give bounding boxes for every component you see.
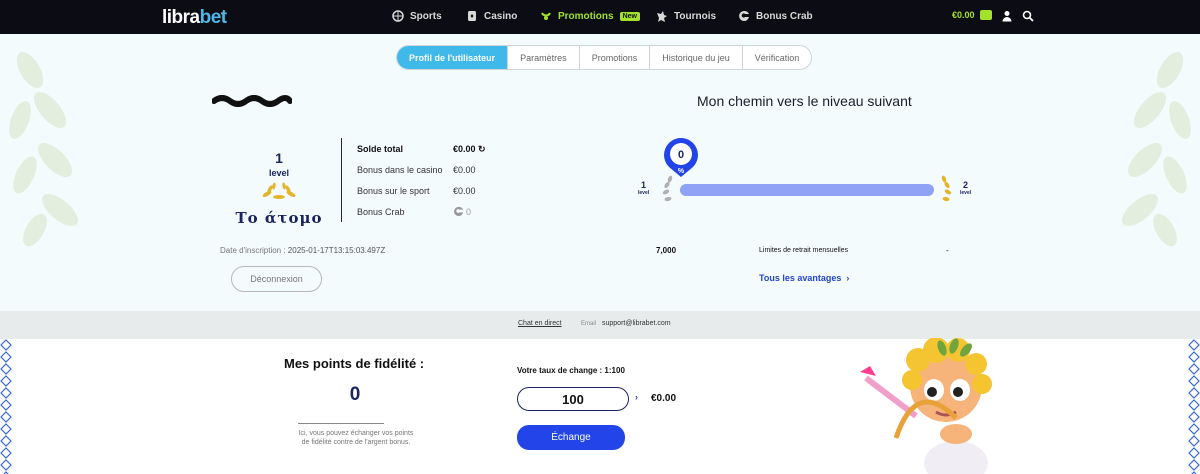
tab-user-profile[interactable]: Profil de l'utilisateur xyxy=(397,46,509,69)
laurel-decoration-right xyxy=(1121,51,1191,247)
next-level-word: level xyxy=(960,190,972,196)
exchange-rate-label: Votre taux de change : 1:100 xyxy=(517,366,625,375)
support-strip xyxy=(0,311,1200,339)
crab-bonus-value: 0 xyxy=(453,206,471,217)
balance-amount: €0.00 xyxy=(952,10,975,20)
chevron-right-icon: › xyxy=(635,392,638,402)
marker-value: 0 xyxy=(678,149,684,161)
new-badge: New xyxy=(619,11,640,21)
top-navigation-bar: librabet Sports Casino Promotions New To… xyxy=(0,0,1200,34)
loyalty-divider xyxy=(298,423,384,424)
header-balance[interactable]: €0.00 xyxy=(952,10,992,20)
crab-bonus-amount: 0 xyxy=(466,206,472,217)
loyalty-points-value: 0 xyxy=(349,384,361,405)
gold-wreath-icon xyxy=(941,175,952,202)
sport-bonus-value: €0.00 xyxy=(453,186,476,196)
next-level-label: 2 level xyxy=(960,180,971,196)
librabet-logo[interactable]: librabet xyxy=(162,7,227,29)
exchange-button[interactable]: Échange xyxy=(517,425,625,450)
gold-laurel-icon xyxy=(262,182,296,199)
level-word: level xyxy=(268,168,290,178)
nav-bonus-crab[interactable]: Bonus Crab xyxy=(738,10,813,22)
progress-marker-icon: 0 % xyxy=(664,138,698,177)
logo-accent-text: bet xyxy=(199,7,228,28)
total-balance-value: €0.00 ↻ xyxy=(453,144,486,155)
level-progress-bar xyxy=(680,184,934,196)
divider xyxy=(341,138,342,222)
registration-date: Date d'inscription : 2025-01-17T13:15:03… xyxy=(220,246,385,255)
profile-tabs: Profil de l'utilisateur Paramètres Promo… xyxy=(396,45,813,70)
live-chat-link[interactable]: Chat en direct xyxy=(518,320,562,327)
crab-bonus-label: Bonus Crab xyxy=(357,207,405,217)
laurel-decoration-left xyxy=(9,51,79,247)
nav-casino[interactable]: Casino xyxy=(466,10,517,22)
withdraw-limit-label: Limites de retrait mensuelles xyxy=(759,247,849,254)
level-title: Το άτομο xyxy=(235,209,323,227)
nav-promotions[interactable]: Promotions New xyxy=(540,10,640,22)
casino-bonus-value: €0.00 xyxy=(453,165,476,175)
logo-text: libra xyxy=(162,7,200,28)
casino-card-icon xyxy=(468,11,476,21)
user-icon[interactable] xyxy=(1001,10,1013,22)
search-icon[interactable] xyxy=(1022,10,1034,22)
nav-tournaments-label: Tournois xyxy=(674,10,717,22)
current-level-word: level xyxy=(638,190,650,196)
refresh-icon[interactable]: ↻ xyxy=(478,144,486,154)
email-label: Email xyxy=(581,321,597,327)
promotions-icon xyxy=(541,12,551,20)
nav-casino-label: Casino xyxy=(484,10,518,22)
decorative-pattern-left xyxy=(0,339,12,474)
cupid-mascot-image xyxy=(860,338,992,474)
exchange-result-value: €0.00 xyxy=(651,393,677,404)
nav-tournaments[interactable]: Tournois xyxy=(656,10,716,22)
registration-value: 2025-01-17T13:15:03.497Z xyxy=(287,246,386,255)
withdraw-limit-dash: - xyxy=(946,246,949,255)
wallet-icon xyxy=(979,10,992,20)
sports-ball-icon xyxy=(392,10,404,22)
casino-bonus-label: Bonus dans le casino xyxy=(357,165,443,175)
nav-promotions-label: Promotions xyxy=(558,10,614,22)
decorative-pattern-right xyxy=(1188,339,1200,474)
next-level-number: 2 xyxy=(963,180,969,190)
tab-settings[interactable]: Paramètres xyxy=(508,46,580,69)
total-balance-label: Solde total xyxy=(357,144,404,154)
next-level-title: Mon chemin vers le niveau suivant xyxy=(697,93,912,109)
loyalty-description: Ici, vous pouvez échanger vos points de … xyxy=(298,430,414,447)
nav-bonus-crab-label: Bonus Crab xyxy=(756,10,813,22)
sport-bonus-label: Bonus sur le sport xyxy=(357,186,430,196)
crab-icon xyxy=(739,10,749,21)
tab-verification[interactable]: Vérification xyxy=(743,46,812,69)
total-balance-amount: €0.00 xyxy=(453,144,476,154)
loyalty-points-title: Mes points de fidélité : xyxy=(284,356,425,371)
nav-sports[interactable]: Sports xyxy=(392,10,442,22)
tournament-icon xyxy=(657,11,667,22)
marker-symbol: % xyxy=(678,168,685,175)
tab-game-history[interactable]: Historique du jeu xyxy=(650,46,743,69)
level-number: 1 xyxy=(275,150,283,166)
all-advantages-label: Tous les avantages xyxy=(759,273,842,283)
silver-wreath-icon xyxy=(662,175,673,202)
chevron-right-icon: › xyxy=(846,273,850,283)
logout-button[interactable]: Déconnexion xyxy=(231,266,322,292)
crab-coin-icon xyxy=(454,206,464,217)
tab-promotions[interactable]: Promotions xyxy=(580,46,651,69)
withdraw-limit-value: 7,000 xyxy=(656,246,677,255)
current-level-label: 1 level xyxy=(638,180,649,196)
registration-label: Date d'inscription : xyxy=(220,246,286,255)
nav-sports-label: Sports xyxy=(410,10,442,22)
level-badge: 1 level Το άτομο xyxy=(230,150,328,227)
exchange-amount-input[interactable] xyxy=(517,387,629,411)
redacted-username xyxy=(212,95,292,107)
support-email-link[interactable]: support@librabet.com xyxy=(602,320,671,327)
all-advantages-link[interactable]: Tous les avantages › xyxy=(759,273,849,283)
current-level-number: 1 xyxy=(641,180,647,190)
